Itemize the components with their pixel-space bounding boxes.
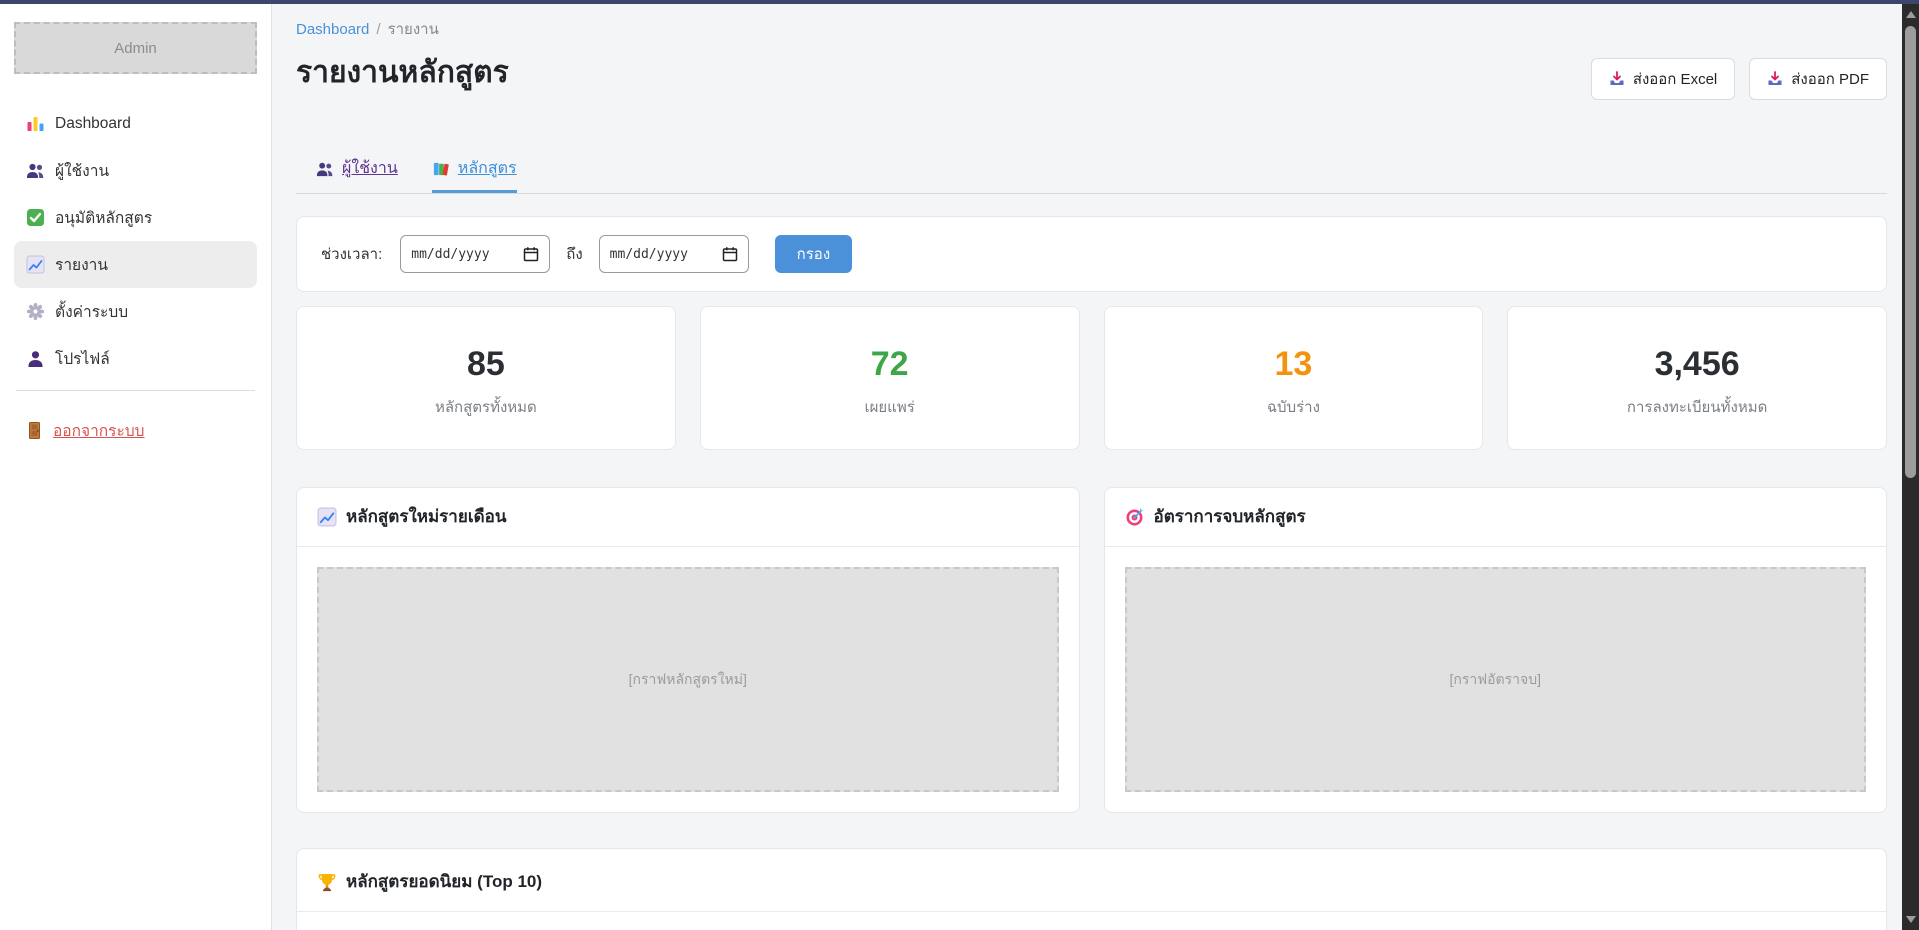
- chart-card-header: อัตราการจบหลักสูตร: [1105, 488, 1887, 547]
- filter-bar: ช่วงเวลา: mm/dd/yyyy ถึง mm/dd/yyyy กรอง: [296, 216, 1887, 292]
- stat-label: หลักสูตรทั้งหมด: [297, 395, 675, 419]
- stat-label: ฉบับร่าง: [1105, 395, 1483, 419]
- top-accent-bar: [0, 0, 1919, 4]
- stat-value: 72: [701, 343, 1079, 385]
- stat-card-total-enrollments: 3,456 การลงทะเบียนทั้งหมด: [1507, 306, 1887, 450]
- placeholder-text: [กราฟอัตราจบ]: [1449, 669, 1541, 691]
- scroll-down-arrow[interactable]: [1902, 911, 1919, 928]
- triangle-up-icon: [1906, 11, 1916, 18]
- logout-link[interactable]: ออกจากระบบ: [14, 407, 257, 454]
- line-chart-icon: [317, 507, 337, 527]
- top-courses-body: [297, 912, 1886, 930]
- vertical-scrollbar[interactable]: [1902, 4, 1919, 930]
- placeholder-text: [กราฟหลักสูตรใหม่]: [629, 669, 747, 691]
- date-from-value: mm/dd/yyyy: [411, 247, 489, 262]
- chart-title: หลักสูตรใหม่รายเดือน: [346, 504, 507, 530]
- sidebar-item-label: Dashboard: [55, 115, 131, 133]
- export-pdf-button[interactable]: ส่งออก PDF: [1749, 58, 1887, 100]
- chart-body: [กราฟหลักสูตรใหม่]: [297, 547, 1079, 812]
- download-icon: [1767, 71, 1783, 87]
- chart-card-header: หลักสูตรใหม่รายเดือน: [297, 488, 1079, 547]
- users-icon: [26, 161, 45, 180]
- chart-title: อัตราการจบหลักสูตร: [1154, 504, 1306, 530]
- scrollbar-thumb[interactable]: [1905, 26, 1916, 478]
- stat-card-published: 72 เผยแพร่: [700, 306, 1080, 450]
- sidebar-item-label: อนุมัติหลักสูตร: [55, 205, 152, 230]
- report-tabs: ผู้ใช้งาน หลักสูตร: [296, 158, 1887, 194]
- stat-value: 3,456: [1508, 343, 1886, 385]
- sidebar-item-reports[interactable]: รายงาน: [14, 241, 257, 288]
- export-pdf-label: ส่งออก PDF: [1791, 67, 1869, 91]
- app-container: Admin Dashboard ผู้ใช้งาน อนุมัติหลักสูต…: [0, 0, 1919, 930]
- target-icon: [1125, 507, 1145, 527]
- admin-logo-label: Admin: [114, 40, 157, 57]
- sidebar-item-users[interactable]: ผู้ใช้งาน: [14, 147, 257, 194]
- completion-rate-chart-placeholder: [กราฟอัตราจบ]: [1125, 567, 1867, 792]
- sidebar-item-label: โปรไฟล์: [55, 346, 110, 371]
- export-buttons: ส่งออก Excel ส่งออก PDF: [1591, 58, 1887, 100]
- breadcrumb-separator: /: [376, 21, 380, 38]
- sidebar: Admin Dashboard ผู้ใช้งาน อนุมัติหลักสูต…: [0, 4, 272, 930]
- tab-users[interactable]: ผู้ใช้งาน: [316, 158, 398, 193]
- trophy-icon: [317, 872, 337, 892]
- stats-row: 85 หลักสูตรทั้งหมด 72 เผยแพร่ 13 ฉบับร่า…: [296, 306, 1887, 450]
- calendar-icon[interactable]: [523, 246, 539, 262]
- door-icon: [26, 421, 43, 440]
- export-excel-label: ส่งออก Excel: [1633, 67, 1717, 91]
- breadcrumb: Dashboard / รายงาน: [296, 20, 1887, 40]
- stat-card-total-courses: 85 หลักสูตรทั้งหมด: [296, 306, 676, 450]
- scroll-up-arrow[interactable]: [1902, 6, 1919, 23]
- stat-value: 13: [1105, 343, 1483, 385]
- sidebar-item-dashboard[interactable]: Dashboard: [14, 100, 257, 147]
- main-content: Dashboard / รายงาน รายงานหลักสูตร ส่งออก E…: [272, 4, 1919, 930]
- calendar-icon[interactable]: [722, 246, 738, 262]
- tab-courses-label: หลักสูตร: [458, 158, 517, 180]
- download-icon: [1609, 71, 1625, 87]
- breadcrumb-current: รายงาน: [388, 21, 439, 38]
- sidebar-nav: Dashboard ผู้ใช้งาน อนุมัติหลักสูตร รายง…: [14, 100, 257, 382]
- users-icon: [316, 160, 334, 178]
- user-icon: [26, 349, 45, 368]
- stat-label: การลงทะเบียนทั้งหมด: [1508, 395, 1886, 419]
- logout-label: ออกจากระบบ: [53, 418, 145, 443]
- completion-rate-chart-card: อัตราการจบหลักสูตร [กราฟอัตราจบ]: [1104, 487, 1888, 813]
- books-icon: [432, 160, 450, 178]
- sidebar-item-settings[interactable]: ตั้งค่าระบบ: [14, 288, 257, 335]
- new-courses-chart-placeholder: [กราฟหลักสูตรใหม่]: [317, 567, 1059, 792]
- filter-button[interactable]: กรอง: [775, 235, 852, 273]
- filter-to-label: ถึง: [566, 242, 582, 266]
- new-courses-chart-card: หลักสูตรใหม่รายเดือน [กราฟหลักสูตรใหม่]: [296, 487, 1080, 813]
- date-to-input[interactable]: mm/dd/yyyy: [599, 235, 749, 273]
- export-excel-button[interactable]: ส่งออก Excel: [1591, 58, 1735, 100]
- page-title: รายงานหลักสูตร: [296, 52, 509, 94]
- sidebar-item-approve-courses[interactable]: อนุมัติหลักสูตร: [14, 194, 257, 241]
- date-to-value: mm/dd/yyyy: [610, 247, 688, 262]
- charts-row: หลักสูตรใหม่รายเดือน [กราฟหลักสูตรใหม่] …: [296, 487, 1887, 813]
- top-courses-header: หลักสูตรยอดนิยม (Top 10): [297, 849, 1886, 912]
- top-courses-card: หลักสูตรยอดนิยม (Top 10): [296, 848, 1887, 930]
- stat-card-drafts: 13 ฉบับร่าง: [1104, 306, 1484, 450]
- stat-label: เผยแพร่: [701, 395, 1079, 419]
- sidebar-item-profile[interactable]: โปรไฟล์: [14, 335, 257, 382]
- sidebar-item-label: ตั้งค่าระบบ: [55, 299, 128, 324]
- sidebar-item-label: รายงาน: [55, 252, 108, 277]
- tab-users-label: ผู้ใช้งาน: [342, 158, 398, 180]
- triangle-down-icon: [1906, 916, 1916, 923]
- top-courses-title: หลักสูตรยอดนิยม (Top 10): [346, 869, 542, 895]
- sidebar-item-label: ผู้ใช้งาน: [55, 158, 109, 183]
- check-icon: [26, 208, 45, 227]
- line-chart-icon: [26, 255, 45, 274]
- tab-courses[interactable]: หลักสูตร: [432, 158, 517, 193]
- bar-chart-icon: [26, 114, 45, 133]
- sidebar-divider: [16, 390, 255, 391]
- stat-value: 85: [297, 343, 675, 385]
- date-from-input[interactable]: mm/dd/yyyy: [400, 235, 550, 273]
- gear-icon: [26, 302, 45, 321]
- page-header: รายงานหลักสูตร ส่งออก Excel ส่งออก PDF: [296, 52, 1887, 100]
- filter-range-label: ช่วงเวลา:: [321, 242, 382, 266]
- breadcrumb-dashboard-link[interactable]: Dashboard: [296, 21, 369, 38]
- chart-body: [กราฟอัตราจบ]: [1105, 547, 1887, 812]
- admin-logo: Admin: [14, 22, 257, 74]
